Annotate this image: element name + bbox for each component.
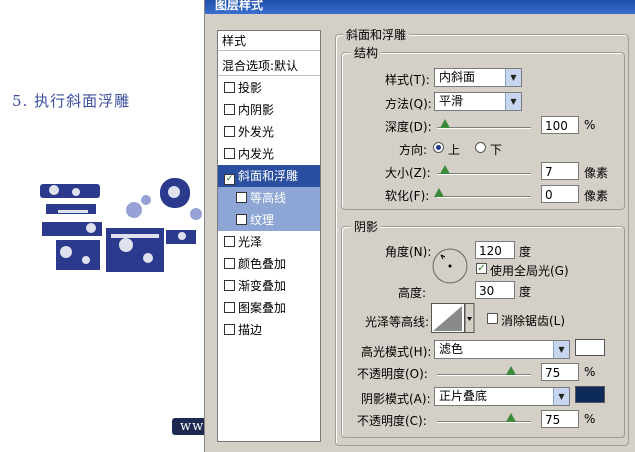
soften-label: 软化(F):	[385, 189, 430, 203]
anti-alias-checkbox[interactable]	[487, 313, 498, 324]
shading-legend: 阴影	[351, 218, 382, 235]
chevron-down-icon: ▼	[553, 388, 569, 405]
soften-input[interactable]: 0	[541, 185, 579, 203]
anti-alias-label: 消除锯齿(L)	[501, 314, 566, 328]
size-unit: 像素	[584, 166, 609, 180]
checkbox[interactable]	[236, 192, 247, 203]
highlight-opacity-input[interactable]: 75	[541, 363, 579, 381]
style-item-bevel-emboss[interactable]: ✓ 斜面和浮雕	[218, 165, 320, 187]
depth-slider[interactable]	[437, 127, 531, 129]
size-slider[interactable]	[437, 173, 531, 175]
altitude-unit: 度	[519, 285, 532, 299]
angle-unit: 度	[519, 245, 532, 259]
step-title: 5. 执行斜面浮雕	[12, 92, 131, 110]
shadow-opacity-slider[interactable]	[437, 421, 531, 423]
checkbox[interactable]	[224, 258, 235, 269]
depth-unit: %	[584, 118, 596, 132]
technique-label: 方法(Q):	[385, 97, 432, 111]
title-bar[interactable]: 图层样式	[205, 0, 635, 14]
global-light-checkbox[interactable]: ✓	[476, 263, 487, 274]
checkbox[interactable]	[224, 82, 235, 93]
highlight-opacity-label: 不透明度(O):	[357, 367, 428, 381]
depth-input[interactable]: 100	[541, 116, 579, 134]
shadow-mode-select[interactable]: 正片叠底 ▼	[434, 387, 570, 406]
blue-porcelain-text-art	[40, 178, 202, 272]
gloss-contour-label: 光泽等高线:	[365, 315, 430, 329]
shadow-opacity-label: 不透明度(C):	[357, 414, 427, 428]
gloss-contour-picker[interactable]	[431, 303, 475, 333]
checkbox[interactable]	[224, 302, 235, 313]
depth-slider-thumb[interactable]	[440, 119, 450, 128]
checkbox[interactable]	[224, 280, 235, 291]
style-item-contour[interactable]: 等高线	[218, 187, 320, 209]
checkbox[interactable]	[224, 236, 235, 247]
blending-options-item[interactable]: 混合选项:默认	[218, 56, 320, 76]
checkbox[interactable]	[224, 324, 235, 335]
style-item-texture[interactable]: 纹理	[218, 209, 320, 231]
direction-up-radio[interactable]	[433, 142, 444, 153]
style-item-gradient-overlay[interactable]: 渐变叠加	[218, 275, 320, 297]
bevel-emboss-legend: 斜面和浮雕	[343, 26, 410, 43]
dialog-title: 图层样式	[215, 0, 264, 12]
size-slider-thumb[interactable]	[440, 165, 450, 174]
checkbox[interactable]	[224, 104, 235, 115]
highlight-opacity-thumb[interactable]	[506, 366, 516, 375]
soften-slider-thumb[interactable]	[434, 188, 444, 197]
style-item-satin[interactable]: 光泽	[218, 231, 320, 253]
global-light-label: 使用全局光(G)	[490, 264, 569, 278]
checkbox[interactable]	[224, 126, 235, 137]
size-label: 大小(Z):	[385, 166, 431, 180]
structure-legend: 结构	[351, 44, 382, 61]
shadow-opacity-input[interactable]: 75	[541, 410, 579, 428]
shadow-opacity-unit: %	[584, 412, 596, 426]
layer-style-dialog: 图层样式 样式 混合选项:默认 投影 内阴影 外发光 内发光 ✓ 斜面和浮雕 等高…	[204, 0, 635, 452]
highlight-opacity-slider[interactable]	[437, 374, 531, 376]
direction-down-radio[interactable]	[475, 142, 486, 153]
angle-input[interactable]: 120	[475, 241, 515, 259]
shadow-mode-label: 阴影模式(A):	[361, 392, 431, 406]
depth-label: 深度(D):	[385, 120, 432, 134]
style-item-drop-shadow[interactable]: 投影	[218, 77, 320, 99]
style-select[interactable]: 内斜面 ▼	[434, 68, 522, 87]
altitude-input[interactable]: 30	[475, 281, 515, 299]
angle-label: 角度(N):	[385, 245, 432, 259]
style-item-pattern-overlay[interactable]: 图案叠加	[218, 297, 320, 319]
direction-label: 方向:	[399, 143, 428, 157]
technique-select[interactable]: 平滑 ▼	[434, 92, 522, 111]
style-label: 样式(T):	[385, 73, 430, 87]
highlight-mode-label: 高光模式(H):	[361, 345, 432, 359]
styles-header[interactable]: 样式	[218, 31, 320, 51]
soften-unit: 像素	[584, 189, 609, 203]
checkbox[interactable]	[224, 148, 235, 159]
style-item-outer-glow[interactable]: 外发光	[218, 121, 320, 143]
shadow-color-swatch[interactable]	[575, 386, 605, 403]
checkbox-checked[interactable]: ✓	[224, 174, 235, 185]
highlight-mode-select[interactable]: 滤色 ▼	[434, 340, 570, 359]
style-item-inner-shadow[interactable]: 内阴影	[218, 99, 320, 121]
chevron-down-icon: ▼	[553, 341, 569, 358]
checkbox[interactable]	[236, 214, 247, 225]
highlight-color-swatch[interactable]	[575, 339, 605, 356]
size-input[interactable]: 7	[541, 162, 579, 180]
direction-up-label: 上	[448, 143, 461, 157]
style-item-stroke[interactable]: 描边	[218, 319, 320, 341]
style-item-inner-glow[interactable]: 内发光	[218, 143, 320, 165]
chevron-down-icon: ▼	[505, 69, 521, 86]
chevron-down-icon: ▼	[505, 93, 521, 110]
highlight-opacity-unit: %	[584, 365, 596, 379]
soften-slider[interactable]	[437, 196, 531, 198]
style-item-color-overlay[interactable]: 颜色叠加	[218, 253, 320, 275]
direction-down-label: 下	[490, 143, 503, 157]
angle-dial[interactable]	[431, 247, 469, 285]
style-list: 样式 混合选项:默认 投影 内阴影 外发光 内发光 ✓ 斜面和浮雕 等高线 纹理 …	[217, 30, 321, 442]
altitude-label: 高度:	[398, 286, 427, 300]
shadow-opacity-thumb[interactable]	[506, 413, 516, 422]
